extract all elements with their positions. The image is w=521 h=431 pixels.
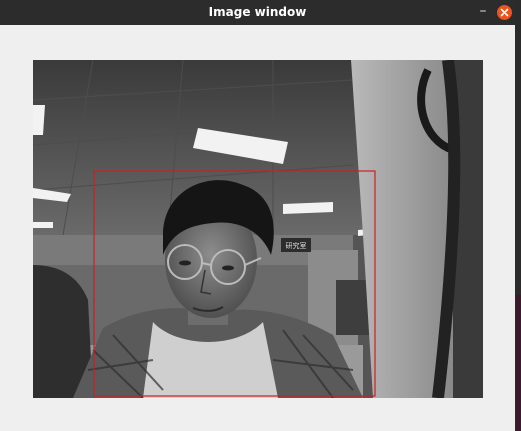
minimize-button[interactable]: – xyxy=(475,4,491,20)
camera-frame-image: 研究室 xyxy=(33,60,483,398)
window-titlebar[interactable]: Image window – xyxy=(0,0,515,25)
camera-image: 研究室 xyxy=(33,60,483,398)
minimize-icon: – xyxy=(479,3,487,19)
close-button[interactable] xyxy=(497,5,512,20)
close-icon xyxy=(500,8,509,17)
wall-sign: 研究室 xyxy=(286,241,307,250)
desktop-edge xyxy=(515,0,521,431)
image-window: Image window – 研究室 xyxy=(0,0,515,431)
window-title: Image window xyxy=(208,5,307,19)
desktop-background-strip xyxy=(516,295,521,431)
